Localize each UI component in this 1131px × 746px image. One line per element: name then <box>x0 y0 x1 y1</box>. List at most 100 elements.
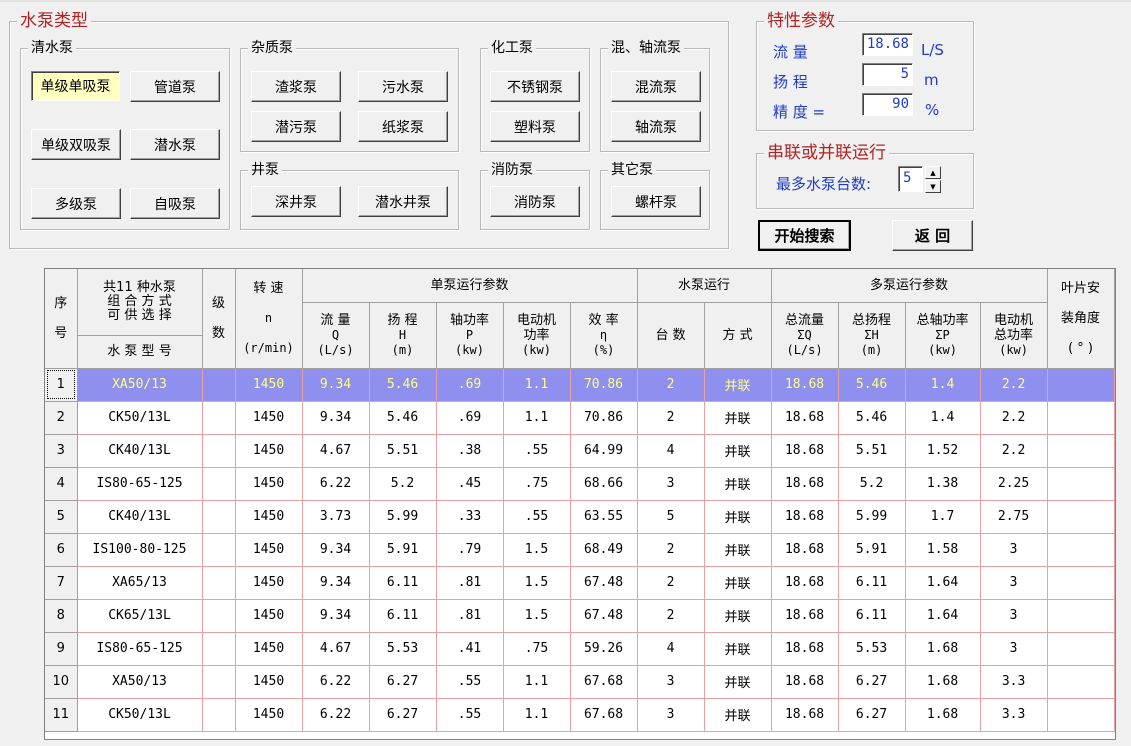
cell-blade-angle <box>1047 467 1115 501</box>
cell-efficiency: 63.55 <box>570 500 638 534</box>
stainless-steel-pump-button[interactable]: 不锈钢泵 <box>490 71 580 102</box>
fire-pump-button[interactable]: 消防泵 <box>490 186 580 217</box>
cell-seq[interactable]: 10 <box>45 665 78 699</box>
cell-flow: 9.34 <box>302 533 370 567</box>
table-row[interactable]: 3 CK40/13L 1450 4.67 5.51.38.55 64.99 4 并联 18.68… <box>45 434 1115 468</box>
pipeline-pump-button[interactable]: 管道泵 <box>130 71 220 102</box>
header-seq: 序号 <box>45 269 78 369</box>
cell-blade-angle <box>1047 368 1115 402</box>
cell-motor-total-power: 2.2 <box>980 368 1048 402</box>
cell-mode: 并联 <box>704 632 772 666</box>
cell-seq[interactable]: 6 <box>45 533 78 567</box>
impurity-pump-title: 杂质泵 <box>248 40 296 56</box>
plastic-pump-button[interactable]: 塑料泵 <box>490 111 580 142</box>
cell-speed: 1450 <box>235 401 303 435</box>
submersible-sewage-button[interactable]: 潜污泵 <box>251 111 341 142</box>
header-head: 扬 程 H (m) <box>369 302 437 369</box>
screw-pump-button[interactable]: 螺杆泵 <box>611 186 701 217</box>
slurry-pump-button[interactable]: 渣浆泵 <box>251 71 341 102</box>
precision-input[interactable]: 90 <box>862 93 913 116</box>
submersible-well-pump-button[interactable]: 潜水井泵 <box>358 186 448 217</box>
head-label: 扬 程 <box>773 73 808 91</box>
cell-head: 5.99 <box>369 500 437 534</box>
cell-mode: 并联 <box>704 665 772 699</box>
cell-shaft-power: .81 <box>436 599 504 633</box>
self-priming-pump-button[interactable]: 自吸泵 <box>130 188 220 219</box>
cell-head: 5.46 <box>369 368 437 402</box>
cell-speed: 1450 <box>235 632 303 666</box>
cell-seq[interactable]: 5 <box>45 500 78 534</box>
params-title: 特性参数 <box>764 11 838 31</box>
single-stage-double-suction-button[interactable]: 单级双吸泵 <box>31 129 121 160</box>
cell-total-shaft-power: 1.68 <box>905 632 981 666</box>
sewage-pump-button[interactable]: 污水泵 <box>358 71 448 102</box>
cell-flow: 6.22 <box>302 467 370 501</box>
table-row[interactable]: 8 CK65/13L 1450 9.34 6.11.81 1.5 67.48 2 并联 18.68… <box>45 599 1115 633</box>
paper-pulp-pump-button[interactable]: 纸浆泵 <box>358 111 448 142</box>
table-row[interactable]: 5 CK40/13L 1450 3.73 5.99.33.55 63.55 5 并联 18.68… <box>45 500 1115 534</box>
cell-total-head: 5.99 <box>838 500 906 534</box>
spin-up-button[interactable]: ▲ <box>925 166 941 179</box>
header-single-group: 单泵运行参数 <box>302 269 638 303</box>
cell-head: 5.46 <box>369 401 437 435</box>
header-efficiency: 效 率 η (%) <box>570 302 638 369</box>
cell-stage <box>202 467 236 501</box>
results-grid[interactable]: 序号 共11 种水泵组 合 方 式可 供 选 择 级数 转 速 n (r/min) … <box>44 268 1116 740</box>
cell-shaft-power: .55 <box>436 665 504 699</box>
cell-mode: 并联 <box>704 599 772 633</box>
cell-seq[interactable]: 8 <box>45 599 78 633</box>
flow-input[interactable]: 18.68 <box>862 33 913 56</box>
cell-total-shaft-power: 1.38 <box>905 467 981 501</box>
max-pumps-input[interactable]: 5 <box>898 166 923 192</box>
table-row[interactable]: 2 CK50/13L 1450 9.34 5.46.69 1.1 70.86 2 并联 18.68… <box>45 401 1115 435</box>
cell-mode: 并联 <box>704 698 772 732</box>
deep-well-pump-button[interactable]: 深井泵 <box>251 186 341 217</box>
table-row[interactable]: 10 XA50/13 1450 6.22 6.27.55 1.1 67.68 3 并联 18.68… <box>45 665 1115 699</box>
cell-model: CK40/13L <box>77 434 203 468</box>
table-row[interactable]: 1 XA50/13 1450 9.34 5.46.69 1.1 70.86 2 并联 18.68 5… <box>45 368 1115 402</box>
cell-stage <box>202 566 236 600</box>
cell-seq[interactable]: 1 <box>45 368 78 402</box>
table-row[interactable]: 7 XA65/13 1450 9.34 6.11.81 1.5 67.48 2 并联 18.68 6… <box>45 566 1115 600</box>
cell-total-shaft-power: 1.7 <box>905 500 981 534</box>
precision-label: 精 度 = <box>773 103 826 121</box>
table-row[interactable]: 9 IS80-65-125 1450 4.67 5.53.41.75 59.26 4 并联 18… <box>45 632 1115 666</box>
cell-speed: 1450 <box>235 467 303 501</box>
cell-flow: 4.67 <box>302 434 370 468</box>
cell-seq[interactable]: 4 <box>45 467 78 501</box>
cell-count: 2 <box>637 401 705 435</box>
cell-blade-angle <box>1047 632 1115 666</box>
cell-flow: 6.22 <box>302 698 370 732</box>
max-pumps-label: 最多水泵台数: <box>776 175 872 193</box>
table-row[interactable]: 11 CK50/13L 1450 6.22 6.27.55 1.1 67.68 3 并联 18.6… <box>45 698 1115 732</box>
cell-head: 5.2 <box>369 467 437 501</box>
cell-seq[interactable]: 3 <box>45 434 78 468</box>
back-button[interactable]: 返 回 <box>892 220 973 251</box>
cell-total-head: 6.11 <box>838 599 906 633</box>
cell-seq[interactable]: 11 <box>45 698 78 732</box>
cell-model: XA50/13 <box>77 665 203 699</box>
cell-motor-total-power: 3.3 <box>980 698 1048 732</box>
cell-total-flow: 18.68 <box>771 533 839 567</box>
cell-seq[interactable]: 9 <box>45 632 78 666</box>
spin-down-button[interactable]: ▼ <box>925 180 941 193</box>
table-row[interactable]: 6 IS100-80-125 1450 9.34 5.91.79 1.5 68.49 2 并联 1… <box>45 533 1115 567</box>
header-total-flow: 总流量 ΣQ (L/s) <box>771 302 839 369</box>
table-row[interactable]: 4 IS80-65-125 1450 6.22 5.2.45.75 68.66 3 并联 18.… <box>45 467 1115 501</box>
header-model: 水 泵 型 号 <box>77 335 203 369</box>
head-input[interactable]: 5 <box>862 63 913 86</box>
cell-total-shaft-power: 1.68 <box>905 665 981 699</box>
cell-head: 6.27 <box>369 698 437 732</box>
start-search-button[interactable]: 开始搜索 <box>758 220 851 251</box>
cell-efficiency: 67.68 <box>570 665 638 699</box>
mixed-flow-pump-button[interactable]: 混流泵 <box>611 71 701 102</box>
single-stage-single-suction-button[interactable]: 单级单吸泵 <box>31 71 120 101</box>
axial-flow-pump-button[interactable]: 轴流泵 <box>611 111 701 142</box>
multistage-pump-button[interactable]: 多级泵 <box>31 188 121 219</box>
submersible-pump-button[interactable]: 潜水泵 <box>130 129 220 160</box>
cell-speed: 1450 <box>235 434 303 468</box>
cell-seq[interactable]: 7 <box>45 566 78 600</box>
cell-total-flow: 18.68 <box>771 566 839 600</box>
cell-seq[interactable]: 2 <box>45 401 78 435</box>
header-multi-group: 多泵运行参数 <box>771 269 1048 303</box>
